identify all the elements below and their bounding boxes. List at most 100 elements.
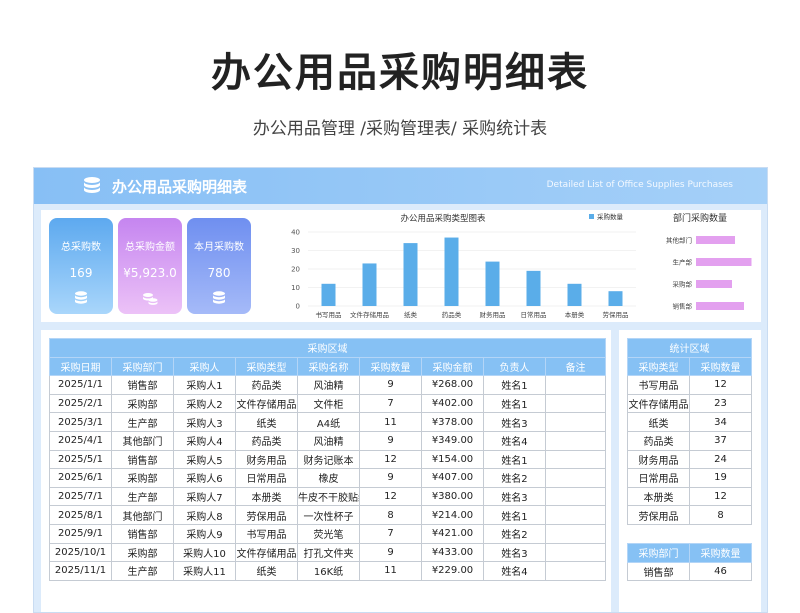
- table-cell[interactable]: 财务记账本: [297, 449, 360, 470]
- table-cell[interactable]: 纸类: [627, 412, 690, 432]
- table-cell[interactable]: [544, 542, 607, 563]
- table-cell[interactable]: 日常用品: [627, 468, 690, 488]
- table-cell[interactable]: [544, 468, 607, 488]
- table-cell[interactable]: 其他部门: [111, 430, 174, 451]
- table-cell[interactable]: 纸类: [235, 561, 298, 581]
- table-cell[interactable]: 12: [359, 449, 422, 470]
- table-cell[interactable]: 23: [689, 393, 752, 414]
- column-header[interactable]: 采购金额: [421, 356, 484, 377]
- table-cell[interactable]: [544, 523, 607, 544]
- table-cell[interactable]: 生产部: [111, 561, 174, 581]
- table-cell[interactable]: 销售部: [627, 561, 690, 582]
- table-cell[interactable]: 日常用品: [235, 468, 298, 488]
- table-cell[interactable]: 姓名3: [483, 412, 546, 432]
- table-cell[interactable]: 采购部: [111, 393, 174, 414]
- column-header[interactable]: 采购日期: [49, 356, 112, 377]
- table-cell[interactable]: 本册类: [627, 486, 690, 507]
- table-cell[interactable]: 药品类: [235, 430, 298, 451]
- table-cell[interactable]: 2025/5/1: [49, 449, 112, 470]
- table-cell[interactable]: ¥402.00: [421, 393, 484, 414]
- table-cell[interactable]: 荧光笔: [297, 523, 360, 544]
- table-cell[interactable]: [544, 412, 607, 432]
- table-cell[interactable]: ¥214.00: [421, 505, 484, 525]
- table-cell[interactable]: 采购人11: [173, 561, 236, 581]
- table-cell[interactable]: 一次性杯子: [297, 505, 360, 525]
- column-header[interactable]: 采购数量: [689, 543, 752, 563]
- table-cell[interactable]: ¥378.00: [421, 412, 484, 432]
- table-cell[interactable]: [544, 393, 607, 414]
- table-cell[interactable]: 销售部: [111, 375, 174, 395]
- table-cell[interactable]: 12: [689, 375, 752, 395]
- column-header[interactable]: 负责人: [483, 356, 546, 377]
- table-cell[interactable]: [544, 561, 607, 581]
- column-header[interactable]: 采购数量: [689, 356, 752, 377]
- table-cell[interactable]: 姓名1: [483, 505, 546, 525]
- table-cell[interactable]: 34: [689, 412, 752, 432]
- table-cell[interactable]: 12: [359, 486, 422, 507]
- table-cell[interactable]: 姓名3: [483, 486, 546, 507]
- table-cell[interactable]: 劳保用品: [627, 505, 690, 525]
- table-cell[interactable]: [544, 505, 607, 525]
- table-cell[interactable]: 8: [689, 505, 752, 525]
- table-cell[interactable]: [544, 449, 607, 470]
- table-cell[interactable]: 药品类: [627, 430, 690, 451]
- table-cell[interactable]: ¥407.00: [421, 468, 484, 488]
- table-cell[interactable]: ¥433.00: [421, 542, 484, 563]
- table-cell[interactable]: 2025/4/1: [49, 430, 112, 451]
- table-cell[interactable]: 文件存储用品: [627, 393, 690, 414]
- table-cell[interactable]: 9: [359, 430, 422, 451]
- table-cell[interactable]: 46: [689, 561, 752, 582]
- table-cell[interactable]: ¥154.00: [421, 449, 484, 470]
- table-cell[interactable]: 9: [359, 468, 422, 488]
- table-cell[interactable]: 采购人2: [173, 393, 236, 414]
- table-cell[interactable]: 姓名3: [483, 542, 546, 563]
- column-header[interactable]: 采购名称: [297, 356, 360, 377]
- table-cell[interactable]: 风油精: [297, 375, 360, 395]
- table-cell[interactable]: 采购人1: [173, 375, 236, 395]
- table-cell[interactable]: 2025/3/1: [49, 412, 112, 432]
- table-cell[interactable]: 采购人10: [173, 542, 236, 563]
- table-cell[interactable]: 其他部门: [111, 505, 174, 525]
- table-cell[interactable]: 姓名1: [483, 375, 546, 395]
- table-cell[interactable]: ¥421.00: [421, 523, 484, 544]
- table-cell[interactable]: 橡皮: [297, 468, 360, 488]
- table-cell[interactable]: 11: [359, 561, 422, 581]
- table-cell[interactable]: 财务用品: [235, 449, 298, 470]
- table-cell[interactable]: 9: [359, 542, 422, 563]
- table-cell[interactable]: 生产部: [111, 412, 174, 432]
- table-cell[interactable]: 姓名2: [483, 523, 546, 544]
- table-cell[interactable]: [544, 486, 607, 507]
- table-cell[interactable]: 2025/2/1: [49, 393, 112, 414]
- table-cell[interactable]: 采购人6: [173, 468, 236, 488]
- table-cell[interactable]: ¥349.00: [421, 430, 484, 451]
- column-header[interactable]: 采购部门: [627, 543, 690, 563]
- table-cell[interactable]: 2025/8/1: [49, 505, 112, 525]
- table-cell[interactable]: 书写用品: [235, 523, 298, 544]
- table-cell[interactable]: 采购部: [111, 468, 174, 488]
- table-cell[interactable]: 2025/9/1: [49, 523, 112, 544]
- column-header[interactable]: 采购人: [173, 356, 236, 377]
- column-header[interactable]: 采购类型: [627, 356, 690, 377]
- table-cell[interactable]: 采购人9: [173, 523, 236, 544]
- table-cell[interactable]: [544, 430, 607, 451]
- table-cell[interactable]: 2025/10/1: [49, 542, 112, 563]
- table-cell[interactable]: 采购部: [111, 542, 174, 563]
- table-cell[interactable]: 19: [689, 468, 752, 488]
- table-cell[interactable]: 8: [359, 505, 422, 525]
- table-cell[interactable]: 劳保用品: [235, 505, 298, 525]
- table-cell[interactable]: 采购人8: [173, 505, 236, 525]
- table-cell[interactable]: 销售部: [111, 523, 174, 544]
- table-cell[interactable]: 24: [689, 449, 752, 470]
- table-cell[interactable]: 2025/1/1: [49, 375, 112, 395]
- table-cell[interactable]: 书写用品: [627, 375, 690, 395]
- table-cell[interactable]: 采购人4: [173, 430, 236, 451]
- column-header[interactable]: 备注: [544, 356, 607, 377]
- table-cell[interactable]: 7: [359, 523, 422, 544]
- column-header[interactable]: 采购类型: [235, 356, 298, 377]
- table-cell[interactable]: 姓名4: [483, 430, 546, 451]
- table-cell[interactable]: 牛皮不干胶贴纸: [297, 486, 360, 507]
- table-cell[interactable]: 2025/6/1: [49, 468, 112, 488]
- table-cell[interactable]: 财务用品: [627, 449, 690, 470]
- table-cell[interactable]: 37: [689, 430, 752, 451]
- table-cell[interactable]: 生产部: [111, 486, 174, 507]
